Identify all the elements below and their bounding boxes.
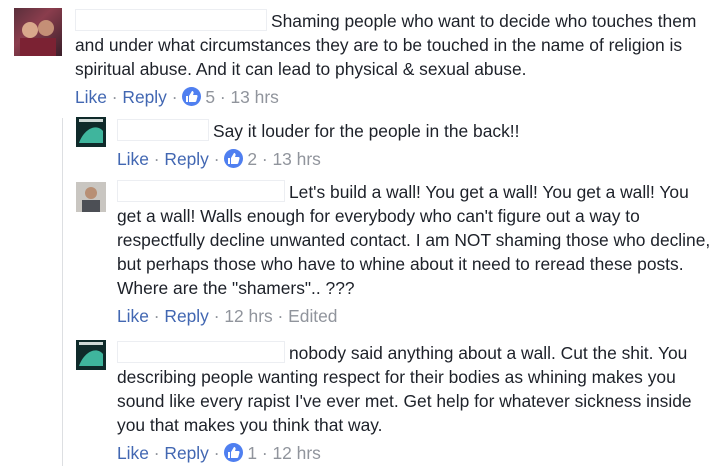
profile-photo-icon xyxy=(76,340,106,370)
timestamp[interactable]: 12 hrs xyxy=(224,306,272,326)
comment-body: Say it louder for the people in the back… xyxy=(117,119,717,143)
reply-button[interactable]: Reply xyxy=(164,443,208,463)
timestamp[interactable]: 12 hrs xyxy=(273,443,321,463)
separator: · xyxy=(153,443,160,463)
like-button[interactable]: Like xyxy=(117,306,149,326)
like-count[interactable]: 2 xyxy=(247,149,257,169)
separator: · xyxy=(213,149,220,169)
thumbs-up-icon[interactable] xyxy=(224,443,244,462)
like-count[interactable]: 5 xyxy=(205,87,215,107)
like-count[interactable]: 1 xyxy=(247,443,257,463)
profile-photo-icon xyxy=(20,20,56,56)
profile-photo-icon xyxy=(76,117,106,147)
reply-thread-line xyxy=(62,118,63,466)
thumbs-up-icon[interactable] xyxy=(224,149,244,168)
timestamp[interactable]: 13 hrs xyxy=(231,87,279,107)
edited-label[interactable]: Edited xyxy=(288,306,337,326)
comment: nobody said anything about a wall. Cut t… xyxy=(117,341,717,465)
author-name[interactable] xyxy=(75,9,267,31)
comment-actions: Like · Reply · 1 · 12 hrs xyxy=(117,441,717,465)
reply-button[interactable]: Reply xyxy=(122,87,166,107)
timestamp[interactable]: 13 hrs xyxy=(273,149,321,169)
avatar[interactable] xyxy=(14,8,62,56)
separator: · xyxy=(277,306,284,326)
comment-actions: Like · Reply · 5 · 13 hrs xyxy=(75,85,715,109)
avatar[interactable] xyxy=(76,117,106,147)
like-button[interactable]: Like xyxy=(117,443,149,463)
comment-actions: Like · Reply · 12 hrs · Edited xyxy=(117,304,717,328)
comment-body: Let's build a wall! You get a wall! You … xyxy=(117,180,717,300)
avatar[interactable] xyxy=(76,340,106,370)
separator: · xyxy=(153,306,160,326)
comment: Shaming people who want to decide who to… xyxy=(75,9,715,109)
reply-button[interactable]: Reply xyxy=(164,149,208,169)
separator: · xyxy=(213,306,220,326)
like-button[interactable]: Like xyxy=(117,149,149,169)
separator: · xyxy=(171,87,178,107)
separator: · xyxy=(261,443,268,463)
comment: Let's build a wall! You get a wall! You … xyxy=(117,180,717,328)
separator: · xyxy=(111,87,118,107)
separator: · xyxy=(153,149,160,169)
profile-photo-icon xyxy=(76,182,106,212)
author-name[interactable] xyxy=(117,180,285,202)
reply-button[interactable]: Reply xyxy=(164,306,208,326)
separator: · xyxy=(213,443,220,463)
author-name[interactable] xyxy=(117,341,285,363)
avatar[interactable] xyxy=(76,182,106,212)
comment-text: Say it louder for the people in the back… xyxy=(213,121,520,141)
separator: · xyxy=(261,149,268,169)
comment-actions: Like · Reply · 2 · 13 hrs xyxy=(117,147,717,171)
author-name[interactable] xyxy=(117,119,209,141)
comment-body: nobody said anything about a wall. Cut t… xyxy=(117,341,717,437)
thumbs-up-icon[interactable] xyxy=(182,87,202,106)
comment: Say it louder for the people in the back… xyxy=(117,119,717,171)
separator: · xyxy=(219,87,226,107)
like-button[interactable]: Like xyxy=(75,87,107,107)
comment-body: Shaming people who want to decide who to… xyxy=(75,9,715,81)
